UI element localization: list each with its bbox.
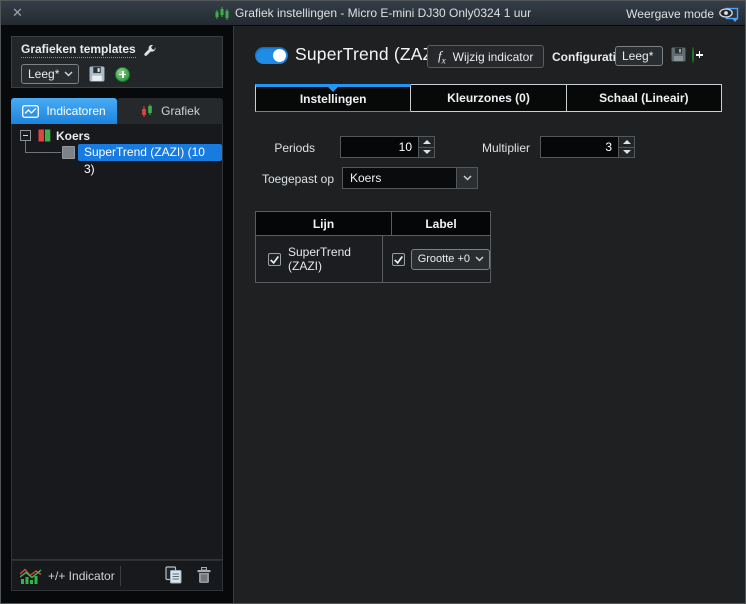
add-configuration-icon[interactable]	[692, 47, 694, 63]
line-name: SuperTrend (ZAZI)	[288, 245, 351, 273]
window-title: Grafiek instellingen - Micro E-mini DJ30…	[234, 6, 532, 20]
tab-indicatoren[interactable]: Indicatoren	[11, 98, 117, 124]
trash-icon[interactable]	[197, 567, 211, 584]
tab-grafiek-label: Grafiek	[161, 104, 200, 118]
label-size-dropdown[interactable]: Grootte +0	[410, 248, 490, 270]
column-header-label: Label	[391, 212, 490, 235]
periods-field	[340, 136, 435, 158]
spinner-up-icon[interactable]	[419, 137, 434, 147]
multiplier-label: Multiplier	[481, 141, 530, 155]
checkmark-icon	[270, 255, 279, 264]
indicator-settings-panel: SuperTrend (ZAZI) fx Wijzig indicator Co…	[233, 26, 745, 603]
spinner-up-icon[interactable]	[619, 137, 634, 147]
applied-to-dropdown[interactable]: Koers	[342, 167, 478, 189]
column-header-lijn: Lijn	[312, 216, 335, 231]
tab-schaal[interactable]: Schaal (Lineair)	[566, 84, 722, 112]
settings-tabs: Instellingen Kleurzones (0) Schaal (Line…	[255, 84, 722, 112]
sidebar-tabs: Indicatoren Grafiek	[11, 98, 223, 124]
fx-icon: fx	[438, 47, 446, 66]
indicator-title: SuperTrend (ZAZI)	[295, 44, 445, 64]
spinner-down-icon[interactable]	[419, 146, 434, 158]
label-visible-checkbox[interactable]	[391, 252, 405, 266]
lines-table: Lijn Label SuperTrend (ZAZI) Grootte +0	[255, 211, 491, 283]
chevron-down-icon	[475, 256, 484, 262]
tree-connector-line	[25, 141, 61, 153]
multiplier-field	[540, 136, 635, 158]
titlebar: ✕ Grafiek instellingen - Micro E-mini DJ…	[1, 1, 745, 26]
eye-icon	[719, 7, 739, 22]
candlestick-icon	[215, 7, 229, 20]
tab-kleurzones[interactable]: Kleurzones (0)	[411, 84, 567, 112]
line-visible-checkbox[interactable]	[268, 252, 281, 266]
candles-icon	[142, 104, 152, 117]
tab-indicatoren-label: Indicatoren	[46, 104, 106, 118]
tree-collapse-icon[interactable]	[20, 130, 31, 141]
multiplier-spinner	[618, 137, 634, 157]
templates-dropdown-value: Leeg*	[28, 67, 60, 81]
edit-indicator-button[interactable]: fx Wijzig indicator	[427, 45, 545, 68]
chart-templates-panel: Grafieken templates Leeg*	[11, 36, 223, 88]
table-row: SuperTrend (ZAZI) Grootte +0	[256, 235, 490, 282]
applied-to-value: Koers	[350, 171, 382, 185]
add-template-icon[interactable]	[115, 66, 131, 82]
line-chart-icon	[22, 104, 40, 118]
copy-icon[interactable]	[165, 566, 182, 584]
close-button[interactable]: ✕	[12, 5, 23, 21]
tab-schaal-label: Schaal (Lineair)	[599, 91, 689, 105]
spinner-down-icon[interactable]	[619, 146, 634, 158]
tab-instellingen[interactable]: Instellingen	[255, 84, 412, 112]
indicator-tree: Koers SuperTrend (ZAZI) (10 3)	[11, 124, 223, 560]
templates-title: Grafieken templates	[21, 42, 136, 58]
footer-divider	[120, 566, 121, 586]
add-indicator-label[interactable]: +/+ Indicator	[48, 569, 115, 583]
tree-item-supertrend[interactable]: SuperTrend (ZAZI) (10 3)	[78, 144, 222, 176]
applied-to-label: Toegepast op	[261, 172, 334, 186]
tab-kleurzones-label: Kleurzones (0)	[447, 91, 530, 105]
configuration-dropdown[interactable]: Leeg*	[615, 46, 663, 66]
chevron-down-icon	[456, 168, 477, 188]
label-size-value: Grootte +0	[417, 253, 470, 265]
supertrend-swatch-icon	[62, 146, 75, 159]
tree-item-koers[interactable]: Koers	[56, 129, 90, 143]
periods-spinner	[418, 137, 434, 157]
tab-grafiek[interactable]: Grafiek	[117, 98, 223, 124]
view-mode-label: Weergave mode	[626, 6, 714, 21]
sidebar-footer: +/+ Indicator	[11, 560, 223, 591]
line-cell: SuperTrend (ZAZI)	[256, 236, 382, 282]
edit-indicator-label: Wijzig indicator	[452, 49, 534, 64]
checkmark-icon	[393, 255, 403, 264]
indicator-enabled-toggle[interactable]	[255, 47, 288, 64]
label-cell: Grootte +0	[381, 236, 490, 282]
tab-instellingen-label: Instellingen	[299, 92, 367, 106]
chevron-down-icon	[64, 71, 73, 77]
configuration-dropdown-value: Leeg*	[622, 49, 654, 63]
save-configuration-icon[interactable]	[671, 47, 686, 62]
view-mode-button[interactable]: Weergave mode	[626, 1, 739, 26]
templates-dropdown[interactable]: Leeg*	[21, 64, 80, 84]
periods-label: Periods	[274, 141, 315, 155]
add-indicator-icon[interactable]	[20, 567, 42, 585]
wrench-icon[interactable]	[143, 44, 156, 57]
save-template-icon[interactable]	[89, 66, 105, 82]
lines-table-header: Lijn Label	[256, 212, 490, 235]
chart-settings-dialog: ✕ Grafiek instellingen - Micro E-mini DJ…	[0, 0, 746, 604]
